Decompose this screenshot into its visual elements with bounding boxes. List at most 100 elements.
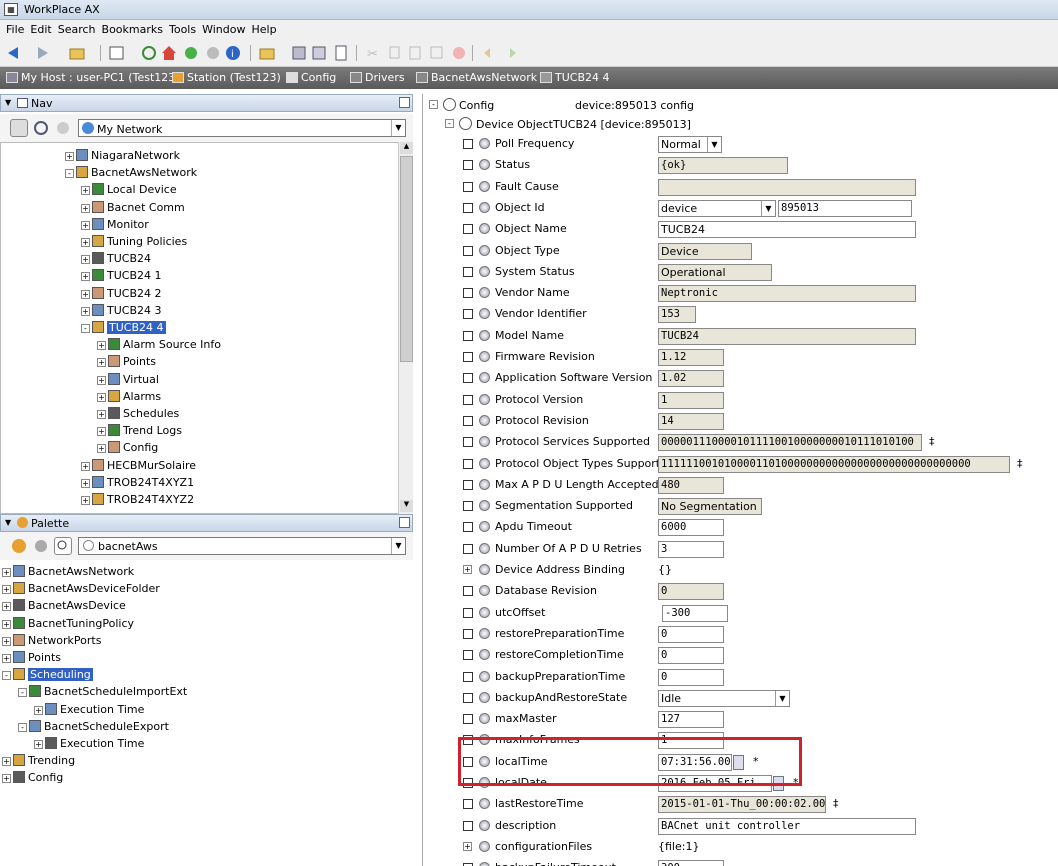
menu-file[interactable]: File (6, 23, 24, 36)
expand-icon[interactable]: + (81, 238, 90, 247)
back-icon[interactable] (4, 44, 22, 62)
property-row[interactable]: Protocol Services Supported 0000011100001… (423, 432, 1058, 453)
tree-node[interactable]: - TUCB24 4 (81, 319, 166, 336)
nav-tree-icon[interactable] (10, 119, 28, 137)
tree-node[interactable]: + BacnetAwsDeviceFolder (2, 580, 160, 597)
tree-node[interactable]: + TUCB24 1 (81, 267, 162, 284)
tree-node[interactable]: + BacnetTuningPolicy (2, 615, 134, 632)
expand-icon[interactable]: + (65, 152, 74, 161)
menu-help[interactable]: Help (251, 23, 276, 36)
property-row[interactable]: lastRestoreTime 2015-01-01-Thu_00:00:02.0… (423, 794, 1058, 815)
sync-icon[interactable] (182, 44, 200, 62)
property-checkbox[interactable] (463, 394, 473, 405)
property-field[interactable]: 153 (658, 306, 696, 324)
property-checkbox[interactable] (463, 799, 473, 810)
collapse-icon[interactable]: - (2, 671, 11, 681)
tree-node[interactable]: + TUCB24 (81, 250, 151, 267)
expand-icon[interactable]: + (2, 774, 11, 784)
tree-node[interactable]: + Execution Time (34, 701, 144, 718)
property-row[interactable]: Apdu Timeout 6000 (423, 517, 1058, 538)
property-field[interactable]: 6000 (658, 519, 724, 537)
property-row[interactable]: + Device Address Binding {} (423, 560, 1058, 581)
nav-scrollbar[interactable]: ▲ ▼ (398, 142, 413, 514)
expand-icon[interactable]: + (2, 568, 11, 577)
duplicate-icon[interactable] (428, 44, 446, 62)
crumb-config[interactable]: Config (286, 71, 336, 84)
expand-icon[interactable]: + (2, 636, 11, 646)
property-checkbox[interactable] (463, 139, 473, 149)
tree-node[interactable]: + TUCB24 3 (81, 302, 162, 319)
property-row[interactable]: restoreCompletionTime 0 (423, 645, 1058, 666)
open-palette-icon[interactable] (10, 537, 28, 555)
expand-icon[interactable]: + (81, 186, 90, 196)
close-tree-icon[interactable] (54, 119, 72, 137)
property-row[interactable]: Fault Cause (423, 177, 1058, 198)
tree-node[interactable]: + NetworkPorts (2, 632, 101, 649)
property-row[interactable]: restorePreparationTime 0 (423, 624, 1058, 645)
property-checkbox[interactable] (463, 202, 473, 213)
property-row[interactable]: Number Of A P D U Retries 3 (423, 539, 1058, 560)
property-field[interactable]: 0 (658, 647, 724, 665)
property-field[interactable]: 2015-01-01-Thu_00:00:02.00 (658, 796, 826, 814)
property-field[interactable]: BACnet unit controller (658, 817, 916, 835)
expand-icon[interactable]: + (2, 619, 11, 629)
collapse-icon[interactable]: - (65, 169, 74, 179)
property-field[interactable]: 3 (658, 540, 724, 558)
view-icon[interactable] (108, 44, 126, 62)
palette-select[interactable]: bacnetAws ▼ (78, 537, 406, 555)
property-row[interactable]: Database Revision 0 (423, 581, 1058, 602)
maximize-button[interactable] (399, 97, 410, 108)
scroll-up-icon[interactable]: ▲ (400, 142, 413, 154)
property-field[interactable]: 0 (658, 625, 724, 643)
crumb-network[interactable]: BacnetAwsNetwork (416, 71, 537, 84)
property-field[interactable]: -300 (662, 604, 728, 622)
stop-icon[interactable] (204, 44, 222, 62)
menu-bookmarks[interactable]: Bookmarks (102, 23, 163, 36)
property-field[interactable]: 480 (658, 476, 724, 494)
crumb-device[interactable]: TUCB24 4 (540, 71, 610, 84)
expand-icon[interactable]: + (81, 203, 90, 213)
expand-icon[interactable]: + (97, 392, 106, 402)
property-row[interactable]: Protocol Object Types Supported 111111001… (423, 454, 1058, 475)
expand-icon[interactable]: + (81, 220, 90, 230)
chevron-down-icon[interactable]: ▼ (761, 200, 775, 216)
property-field[interactable]: 0 (658, 668, 724, 686)
property-field[interactable] (658, 178, 916, 196)
nav-root-select[interactable]: My Network ▼ (78, 119, 406, 137)
scroll-thumb[interactable] (400, 156, 413, 362)
expand-icon[interactable]: + (97, 375, 106, 385)
tree-node[interactable]: + BacnetAwsDevice (2, 597, 126, 614)
menu-search[interactable]: Search (58, 23, 96, 36)
tree-node[interactable]: + Tuning Policies (81, 233, 187, 250)
tree-node[interactable]: + Alarms (97, 388, 161, 405)
tree-node[interactable]: + TUCB24 2 (81, 285, 162, 302)
property-row[interactable]: backupPreparationTime 0 (423, 667, 1058, 688)
property-row[interactable]: Object Type Device (423, 241, 1058, 262)
undo-icon[interactable] (480, 44, 498, 62)
property-row[interactable]: Application Software Version 1.02 (423, 368, 1058, 389)
property-checkbox[interactable] (463, 160, 473, 171)
property-field[interactable]: {ok} (658, 157, 788, 175)
expand-icon[interactable]: + (81, 496, 90, 505)
tree-node[interactable]: + Virtual (97, 371, 159, 388)
save-all-icon[interactable] (310, 44, 328, 62)
menu-edit[interactable]: Edit (30, 23, 51, 36)
tree-node[interactable]: + Local Device (81, 181, 177, 198)
chevron-down-icon[interactable]: ▼ (391, 538, 405, 554)
expand-icon[interactable]: + (97, 341, 106, 351)
expand-icon[interactable]: + (2, 585, 11, 595)
expand-icon[interactable]: + (97, 427, 106, 437)
expand-icon[interactable]: + (81, 255, 90, 265)
tree-node[interactable]: + Trend Logs (97, 422, 182, 439)
tree-node[interactable]: + Trending (2, 752, 75, 769)
tree-node[interactable]: + HECBMurSolaire (81, 457, 196, 474)
palette-side-bar-header[interactable]: ▼ Palette (0, 514, 413, 532)
redo-icon[interactable] (502, 44, 520, 62)
collapse-icon[interactable]: - (81, 324, 90, 333)
property-field[interactable]: 0 (658, 583, 724, 601)
property-checkbox[interactable] (463, 309, 473, 320)
tree-node[interactable]: - BacnetAwsNetwork (65, 164, 197, 181)
property-row[interactable]: Vendor Name Neptronic (423, 283, 1058, 304)
crumb-station[interactable]: Station (Test123) (172, 71, 281, 84)
property-row[interactable]: Segmentation Supported No Segmentation (423, 496, 1058, 517)
